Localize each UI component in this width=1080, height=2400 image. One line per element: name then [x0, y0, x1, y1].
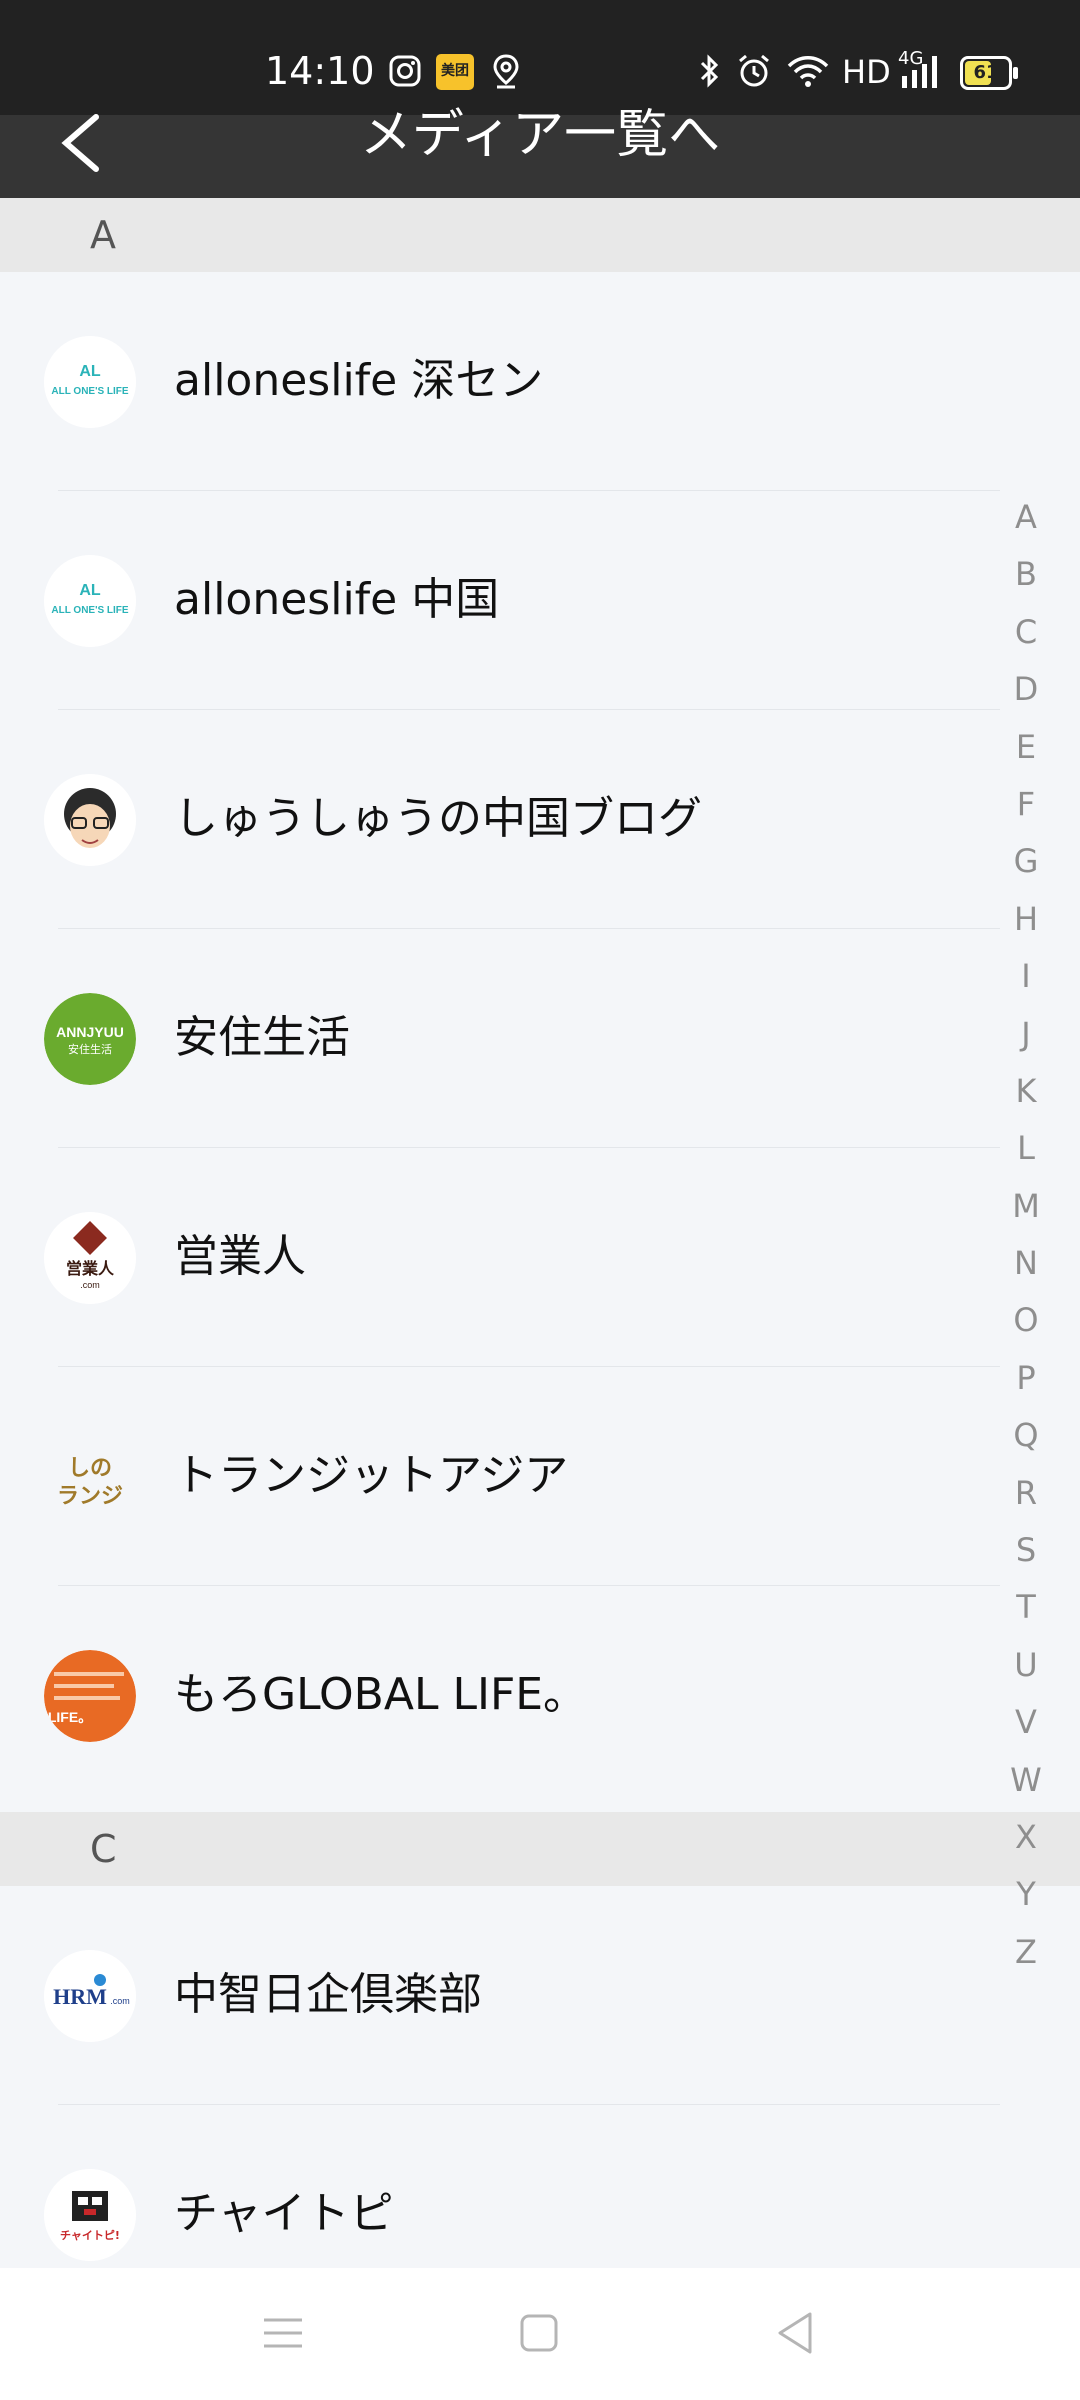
signal-icon: 4G [898, 48, 944, 92]
svg-text:.com: .com [110, 1996, 130, 2006]
svg-text:.com: .com [80, 1280, 100, 1290]
avatar [44, 774, 136, 866]
avatar: しの ランジ [44, 1431, 136, 1523]
wifi-icon [787, 56, 829, 87]
item-name: 中智日企倶楽部 [174, 1969, 482, 2020]
location-icon [493, 54, 519, 89]
status-time: 14:10 [265, 49, 375, 93]
menu-icon[interactable] [258, 2308, 308, 2358]
alphabet-letter-d[interactable]: D [1000, 669, 1052, 726]
svg-text:ALL ONE'S LIFE: ALL ONE'S LIFE [51, 605, 129, 616]
bluetooth-icon [700, 54, 719, 88]
battery-level: 61 [973, 62, 999, 83]
item-name: しゅうしゅうの中国ブログ [174, 793, 702, 844]
status-bar: 14:10 美团 HD 4G 61 [0, 0, 1080, 115]
alphabet-letter-p[interactable]: P [1000, 1358, 1052, 1415]
app-header: メディア一覧へ [0, 105, 1080, 198]
navigation-bar [0, 2268, 1080, 2400]
alphabet-letter-x[interactable]: X [1000, 1817, 1052, 1874]
section-letter: C [90, 1827, 117, 1871]
alphabet-letter-k[interactable]: K [1000, 1071, 1052, 1128]
avatar: HRM .com [44, 1950, 136, 2042]
list-item[interactable]: AL ALL ONE'S LIFE alloneslife 中国 [0, 491, 1000, 710]
svg-text:LIFE。: LIFE。 [48, 1709, 92, 1725]
svg-text:ANNJYUU: ANNJYUU [56, 1024, 124, 1040]
alphabet-letter-t[interactable]: T [1000, 1587, 1052, 1644]
alphabet-letter-j[interactable]: J [1000, 1014, 1052, 1071]
list-item[interactable]: しの ランジ トランジットアジア [0, 1367, 1000, 1586]
alphabet-letter-r[interactable]: R [1000, 1473, 1052, 1530]
avatar: ANNJYUU 安住生活 [44, 993, 136, 1085]
list-item[interactable]: LIFE。 もろGLOBAL LIFE。 [0, 1586, 1000, 1805]
alphabet-letter-h[interactable]: H [1000, 899, 1052, 956]
hd-indicator: HD [842, 53, 891, 91]
avatar: AL ALL ONE'S LIFE [44, 336, 136, 428]
alphabet-letter-s[interactable]: S [1000, 1530, 1052, 1587]
alphabet-letter-w[interactable]: W [1000, 1760, 1052, 1817]
meituan-icon: 美团 [436, 54, 474, 90]
section-header-a: A [0, 198, 1080, 272]
svg-text:ランジ: ランジ [57, 1484, 123, 1509]
svg-text:しの: しの [68, 1456, 112, 1481]
avatar: 営業人 .com [44, 1212, 136, 1304]
avatar: チャイトピ! [44, 2169, 136, 2261]
item-name: トランジットアジア [174, 1450, 569, 1501]
alphabet-letter-f[interactable]: F [1000, 784, 1052, 841]
svg-text:チャイトピ!: チャイトピ! [60, 2229, 120, 2242]
alphabet-letter-y[interactable]: Y [1000, 1874, 1052, 1931]
alphabet-letter-o[interactable]: O [1000, 1300, 1052, 1357]
alphabet-letter-q[interactable]: Q [1000, 1415, 1052, 1472]
section-header-c: C [0, 1812, 1080, 1886]
svg-text:HRM: HRM [53, 1984, 107, 2009]
instagram-icon [389, 55, 421, 87]
item-name: alloneslife 深セン [174, 355, 544, 406]
item-name: 営業人 [174, 1231, 306, 1282]
item-name: alloneslife 中国 [174, 574, 500, 625]
avatar: LIFE。 [44, 1650, 136, 1742]
alphabet-letter-g[interactable]: G [1000, 841, 1052, 898]
alphabet-letter-e[interactable]: E [1000, 727, 1052, 784]
alphabet-letter-u[interactable]: U [1000, 1645, 1052, 1702]
alphabet-letter-a[interactable]: A [1000, 497, 1052, 554]
alphabet-letter-m[interactable]: M [1000, 1186, 1052, 1243]
list-item[interactable]: 営業人 .com 営業人 [0, 1148, 1000, 1367]
svg-text:営業人: 営業人 [66, 1259, 115, 1278]
alphabet-index[interactable]: ABCDEFGHIJKLMNOPQRSTUVWXYZ [1000, 497, 1052, 1989]
svg-text:AL: AL [79, 582, 101, 599]
svg-text:AL: AL [79, 363, 101, 380]
list-item[interactable]: AL ALL ONE'S LIFE alloneslife 深セン [0, 272, 1000, 491]
item-name: チャイトピ [174, 2188, 394, 2239]
alphabet-letter-l[interactable]: L [1000, 1128, 1052, 1185]
list-item[interactable]: しゅうしゅうの中国ブログ [0, 710, 1000, 929]
svg-text:ALL ONE'S LIFE: ALL ONE'S LIFE [51, 386, 129, 397]
item-name: もろGLOBAL LIFE。 [174, 1669, 588, 1720]
alphabet-letter-c[interactable]: C [1000, 612, 1052, 669]
list-item[interactable]: HRM .com 中智日企倶楽部 [0, 1886, 1000, 2105]
battery-icon: 61 [960, 56, 1018, 90]
alphabet-letter-v[interactable]: V [1000, 1702, 1052, 1759]
home-square-icon[interactable] [514, 2308, 564, 2358]
page-title: メディア一覧へ [359, 105, 721, 165]
section-letter: A [90, 213, 116, 257]
list-item[interactable]: ANNJYUU 安住生活 安住生活 [0, 929, 1000, 1148]
alphabet-letter-n[interactable]: N [1000, 1243, 1052, 1300]
alphabet-letter-b[interactable]: B [1000, 554, 1052, 611]
svg-text:安住生活: 安住生活 [68, 1042, 112, 1056]
alarm-icon [739, 54, 769, 87]
back-triangle-icon[interactable] [770, 2308, 820, 2358]
alphabet-letter-i[interactable]: I [1000, 956, 1052, 1013]
item-name: 安住生活 [174, 1012, 350, 1063]
avatar: AL ALL ONE'S LIFE [44, 555, 136, 647]
alphabet-letter-z[interactable]: Z [1000, 1932, 1052, 1989]
